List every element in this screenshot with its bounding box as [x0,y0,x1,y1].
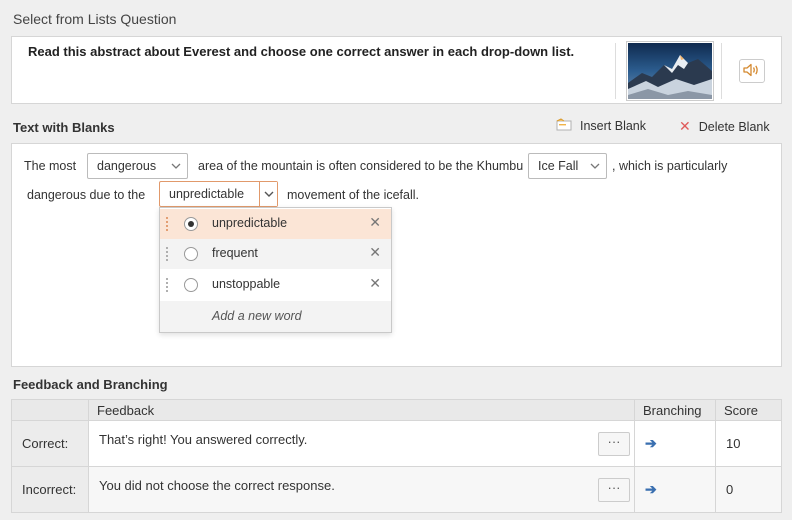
question-text[interactable]: Read this abstract about Everest and cho… [28,44,574,59]
close-icon: ✕ [679,118,691,134]
table-header-score: Score [715,399,782,421]
insert-blank-label: Insert Blank [580,119,647,133]
delete-blank-button[interactable]: ✕ Delete Blank [679,118,770,135]
blank-value: unpredictable [169,187,245,201]
chevron-down-icon [259,182,277,206]
sentence-text: The most [24,159,77,173]
radio-button[interactable] [184,278,198,292]
radio-button[interactable] [184,217,198,231]
row-label: Correct: [11,420,89,467]
feedback-cell[interactable]: You did not choose the correct response.… [88,466,635,513]
blank-options-dropdown: unpredictable ✕ frequent ✕ unstoppable ✕… [159,207,392,333]
everest-image[interactable] [626,41,714,101]
audio-button[interactable] [739,59,765,83]
table-header-branching: Branching [634,399,716,421]
blank-dropdown-3[interactable]: unpredictable [159,181,278,207]
branching-cell[interactable]: ➔ [634,420,716,467]
more-options-button[interactable]: ··· [598,431,630,456]
section-title-blanks: Text with Blanks [13,120,115,135]
dropdown-option[interactable]: unpredictable ✕ [160,209,391,239]
table-row: Correct: That’s right! You answered corr… [11,420,782,467]
sentence-text: dangerous due to the [27,188,146,202]
speaker-icon [743,63,761,80]
radio-button[interactable] [184,247,198,261]
score-cell[interactable]: 10 [715,420,782,467]
row-label: Incorrect: [11,466,89,513]
sentence-text: , which is particularly [612,159,728,173]
sentence-text: movement of the icefall. [287,188,420,202]
question-panel: Read this abstract about Everest and cho… [11,36,782,104]
remove-option-icon[interactable]: ✕ [369,275,381,292]
more-options-button[interactable]: ··· [598,477,630,502]
drag-handle-icon[interactable] [166,216,168,232]
delete-blank-label: Delete Blank [698,119,770,134]
chevron-down-icon [169,154,183,178]
dropdown-option[interactable]: frequent ✕ [160,239,391,269]
blank-dropdown-2[interactable]: Ice Fall [528,153,607,179]
page-title: Select from Lists Question [13,11,177,27]
arrow-right-icon[interactable]: ➔ [645,435,657,451]
text-with-blanks-panel: The most dangerous area of the mountain … [11,143,782,367]
feedback-text[interactable]: That’s right! You answered correctly. [99,432,307,447]
option-label: unstoppable [212,277,281,291]
insert-blank-icon [556,118,572,134]
branching-cell[interactable]: ➔ [634,466,716,513]
arrow-right-icon[interactable]: ➔ [645,481,657,497]
blank-dropdown-1[interactable]: dangerous [87,153,188,179]
section-title-feedback: Feedback and Branching [13,377,168,392]
option-label: unpredictable [212,216,288,230]
divider [721,43,722,99]
remove-option-icon[interactable]: ✕ [369,244,381,261]
blank-value: Ice Fall [538,159,579,173]
table-row: Incorrect: You did not choose the correc… [11,466,782,513]
table-header-empty [11,399,89,421]
dropdown-option[interactable]: unstoppable ✕ [160,270,391,300]
chevron-down-icon [588,154,602,178]
sentence-text: area of the mountain is often considered… [198,159,524,173]
drag-handle-icon[interactable] [166,277,168,293]
divider [615,43,616,99]
score-cell[interactable]: 0 [715,466,782,513]
drag-handle-icon[interactable] [166,246,168,262]
feedback-text[interactable]: You did not choose the correct response. [99,478,335,493]
table-header-feedback: Feedback [88,399,635,421]
option-label: frequent [212,246,258,260]
insert-blank-button[interactable]: Insert Blank [556,118,646,134]
remove-option-icon[interactable]: ✕ [369,214,381,231]
feedback-cell[interactable]: That’s right! You answered correctly. ··… [88,420,635,467]
feedback-table: Feedback Branching Score Correct: That’s… [11,399,782,513]
blank-value: dangerous [97,159,157,173]
add-new-word-input[interactable]: Add a new word [212,309,302,323]
